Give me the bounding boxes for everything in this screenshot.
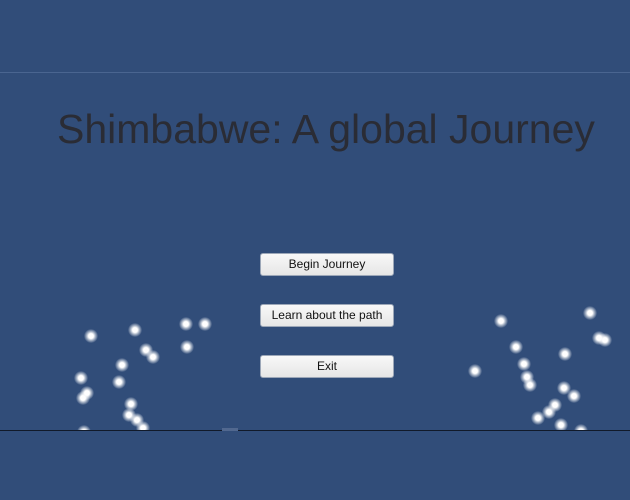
glow-particle [598, 333, 612, 347]
glow-particle [494, 314, 508, 328]
glow-particle [179, 317, 193, 331]
glow-particle [74, 371, 88, 385]
glow-particle [180, 340, 194, 354]
glow-particle [468, 364, 482, 378]
exit-button[interactable]: Exit [260, 355, 394, 378]
glow-particle [112, 375, 126, 389]
glow-particle [136, 421, 150, 430]
glow-particle [517, 357, 531, 371]
glow-particle [509, 340, 523, 354]
glow-particle [567, 389, 581, 403]
glow-particle [128, 323, 142, 337]
glow-particle [554, 418, 568, 430]
glow-particle [558, 347, 572, 361]
glow-particle [115, 358, 129, 372]
begin-journey-button[interactable]: Begin Journey [260, 253, 394, 276]
glow-particle [84, 329, 98, 343]
glow-particle [583, 306, 597, 320]
ground-marker [222, 428, 238, 431]
ground-line [0, 430, 630, 431]
glow-particle [198, 317, 212, 331]
glow-particle [531, 411, 545, 425]
learn-about-path-button[interactable]: Learn about the path [260, 304, 394, 327]
glow-particle [523, 378, 537, 392]
game-title: Shimbabwe: A global Journey [57, 106, 595, 152]
glow-particle [76, 391, 90, 405]
glow-particle [146, 350, 160, 364]
